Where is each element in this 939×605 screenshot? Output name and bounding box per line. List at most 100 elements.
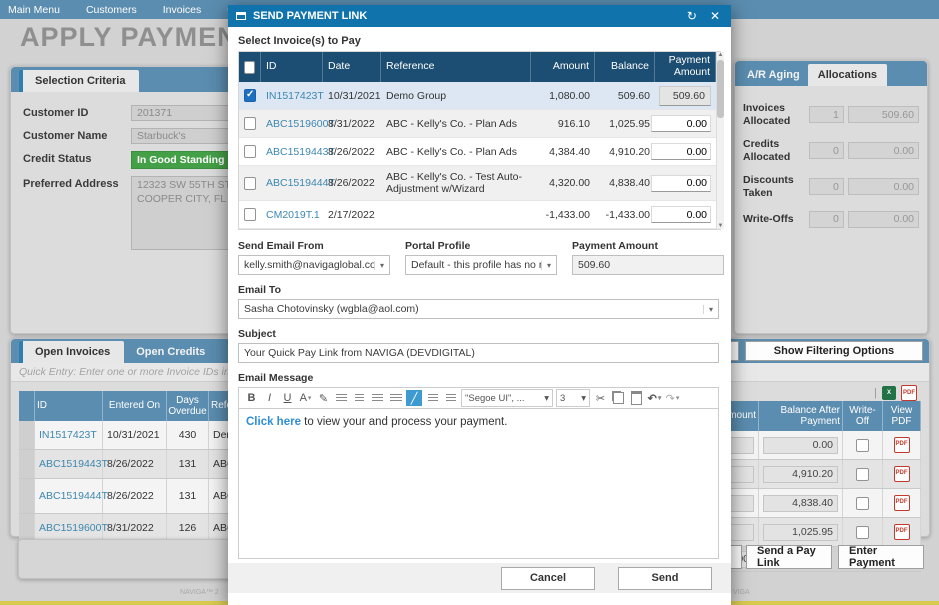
- scroll-thumb[interactable]: [717, 60, 724, 118]
- export-pdf-icon[interactable]: PDF: [901, 385, 917, 401]
- invoice-id-link[interactable]: ABC1519443T: [39, 458, 108, 471]
- invoice-id-link[interactable]: CM2019T.1: [266, 209, 320, 221]
- tab-selection-criteria[interactable]: Selection Criteria: [19, 70, 139, 92]
- payment-amount-input[interactable]: [659, 86, 711, 106]
- payment-amount-input[interactable]: [651, 143, 711, 160]
- row-checkbox[interactable]: [244, 145, 256, 158]
- tab-open-invoices[interactable]: Open Invoices: [19, 341, 124, 363]
- align-right-icon[interactable]: [370, 390, 385, 406]
- payment-amount-input[interactable]: [651, 206, 711, 223]
- scroll-down-icon[interactable]: ▼: [718, 223, 724, 229]
- scroll-up-icon[interactable]: ▲: [718, 52, 724, 58]
- col-balance-after-payment[interactable]: Balance After Payment: [759, 401, 843, 431]
- invoice-row[interactable]: IN1517423T 10/31/2021 Demo Group 1,080.0…: [239, 82, 716, 110]
- col-write-off[interactable]: Write-Off: [843, 401, 883, 431]
- invoice-id-link[interactable]: IN1517423T: [266, 90, 324, 102]
- cut-icon[interactable]: ✂: [593, 390, 608, 406]
- select-all-checkbox[interactable]: [244, 61, 255, 74]
- enter-payment-button[interactable]: Enter Payment: [838, 545, 924, 569]
- subject-label: Subject: [238, 328, 721, 340]
- write-off-checkbox[interactable]: [856, 468, 869, 481]
- send-email-from-field: Send Email From kelly.smith@navigaglobal…: [238, 240, 390, 275]
- table-scrollbar[interactable]: ▲ ▼: [716, 52, 724, 229]
- draw-line-icon[interactable]: ╱: [406, 390, 422, 406]
- nav-main-menu[interactable]: Main Menu: [8, 4, 60, 16]
- col-id[interactable]: ID: [35, 391, 103, 421]
- view-pdf-icon[interactable]: PDF: [894, 437, 910, 453]
- copy-icon[interactable]: [611, 390, 626, 406]
- numbered-list-icon[interactable]: [443, 390, 458, 406]
- col-id[interactable]: ID: [261, 52, 323, 82]
- chevron-down-icon: ▾: [703, 305, 713, 314]
- email-message-field: Email Message B I U A▾ ✎ ╱ "Segoe UI", .…: [238, 372, 721, 559]
- undo-icon[interactable]: ↶▾: [647, 390, 662, 406]
- font-color-icon[interactable]: A▾: [298, 390, 313, 406]
- send-payment-link-modal: SEND PAYMENT LINK ↻ ✕ Select Invoice(s) …: [228, 5, 731, 605]
- invoice-id-link[interactable]: ABC1519600T: [39, 522, 108, 535]
- col-reference[interactable]: Reference: [381, 52, 531, 82]
- font-family-select[interactable]: "Segoe UI", ...▾: [461, 389, 553, 407]
- row-checkbox[interactable]: [244, 208, 256, 221]
- write-off-checkbox[interactable]: [856, 497, 869, 510]
- col-view-pdf[interactable]: View PDF: [883, 401, 921, 431]
- col-amount[interactable]: Amount: [531, 52, 595, 82]
- send-email-from-select[interactable]: kelly.smith@navigaglobal.com ▾: [238, 255, 390, 275]
- invoice-id-link[interactable]: IN1517423T: [39, 429, 97, 442]
- send-a-pay-link-button[interactable]: Send a Pay Link: [746, 545, 832, 569]
- italic-icon[interactable]: I: [262, 390, 277, 406]
- email-message-editor[interactable]: Click here to view your and process your…: [238, 409, 719, 559]
- email-to-select[interactable]: Sasha Chotovinsky (wgbla@aol.com) ▾: [238, 299, 719, 319]
- payment-amount-input[interactable]: [651, 115, 711, 132]
- col-days-overdue[interactable]: Days Overdue: [167, 391, 209, 421]
- portal-profile-select[interactable]: Default - this profile has no restricti …: [405, 255, 557, 275]
- close-icon[interactable]: ✕: [707, 9, 723, 23]
- align-left-icon[interactable]: [334, 390, 349, 406]
- paste-icon[interactable]: [629, 390, 644, 406]
- page-title: APPLY PAYMENT: [20, 22, 255, 53]
- write-off-checkbox[interactable]: [856, 439, 869, 452]
- export-excel-icon[interactable]: X: [882, 386, 896, 400]
- chevron-down-icon: ▾: [541, 261, 551, 270]
- view-pdf-icon[interactable]: PDF: [894, 466, 910, 482]
- invoice-row[interactable]: ABC1519600T 8/31/2022 ABC - Kelly's Co. …: [239, 110, 716, 138]
- row-checkbox[interactable]: [244, 177, 256, 190]
- underline-icon[interactable]: U: [280, 390, 295, 406]
- view-pdf-icon[interactable]: PDF: [894, 495, 910, 511]
- select-invoices-label: Select Invoice(s) to Pay: [238, 35, 721, 47]
- col-balance[interactable]: Balance: [595, 52, 655, 82]
- invoice-id-link[interactable]: ABC1519444T: [39, 490, 108, 503]
- font-size-select[interactable]: 3▾: [556, 389, 590, 407]
- nav-invoices[interactable]: Invoices: [163, 4, 202, 16]
- invoice-row[interactable]: CM2019T.1 2/17/2022 -1,433.00 -1,433.00: [239, 201, 716, 229]
- show-filtering-options-button[interactable]: Show Filtering Options: [745, 341, 923, 361]
- row-checkbox[interactable]: [244, 117, 256, 130]
- view-pdf-icon[interactable]: PDF: [894, 524, 910, 540]
- email-to-label: Email To: [238, 284, 721, 296]
- col-entered-on[interactable]: Entered On: [103, 391, 167, 421]
- col-date[interactable]: Date: [323, 52, 381, 82]
- invoice-row[interactable]: ABC1519444T 8/26/2022 ABC - Kelly's Co. …: [239, 166, 716, 201]
- payment-amount-input[interactable]: [651, 175, 711, 192]
- tab-ar-aging[interactable]: A/R Aging: [739, 64, 808, 86]
- bold-icon[interactable]: B: [244, 390, 259, 406]
- payment-amount-total-input[interactable]: 509.60: [572, 255, 724, 275]
- balance-after-payment-cell: 4,910.20: [763, 466, 838, 483]
- bullet-list-icon[interactable]: [425, 390, 440, 406]
- redo-icon[interactable]: ↷▾: [665, 390, 680, 406]
- cancel-button[interactable]: Cancel: [501, 567, 595, 590]
- customer-name-label: Customer Name: [23, 128, 131, 142]
- subject-input[interactable]: Your Quick Pay Link from NAVIGA (DEVDIGI…: [238, 343, 719, 363]
- write-off-checkbox[interactable]: [856, 526, 869, 539]
- align-center-icon[interactable]: [352, 390, 367, 406]
- highlighter-icon[interactable]: ✎: [316, 390, 331, 406]
- nav-customers[interactable]: Customers: [86, 4, 137, 16]
- col-payment-amount[interactable]: Payment Amount: [655, 52, 716, 82]
- click-here-link[interactable]: Click here: [246, 416, 301, 428]
- refresh-icon[interactable]: ↻: [684, 9, 700, 23]
- tab-allocations[interactable]: Allocations: [808, 64, 887, 86]
- send-button[interactable]: Send: [618, 567, 712, 590]
- tab-open-credits[interactable]: Open Credits: [124, 341, 219, 363]
- row-checkbox-checked[interactable]: [244, 89, 256, 102]
- justify-icon[interactable]: [388, 390, 403, 406]
- invoice-row[interactable]: ABC1519443T 8/26/2022 ABC - Kelly's Co. …: [239, 138, 716, 166]
